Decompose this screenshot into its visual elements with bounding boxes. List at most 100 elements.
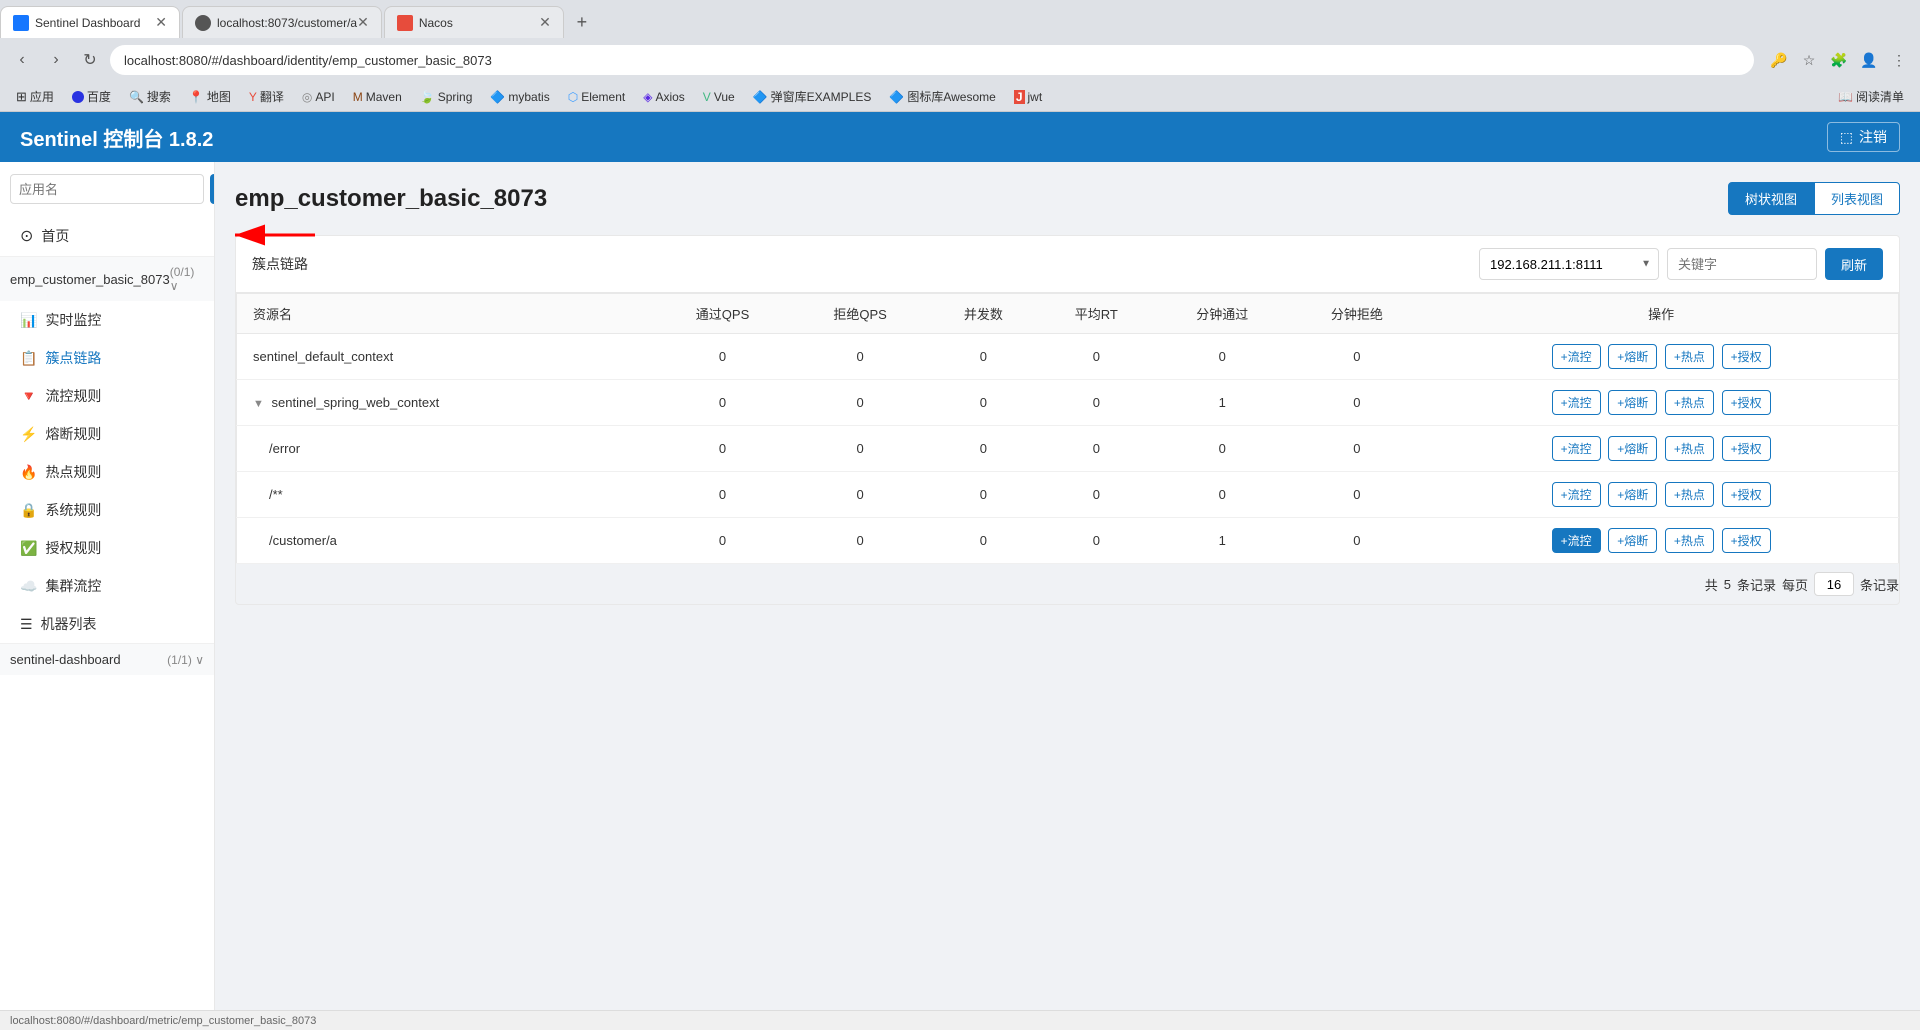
sidebar-item-flow-rules[interactable]: 🔻 流控规则 — [0, 377, 214, 415]
logout-button[interactable]: ⬚ 注销 — [1827, 122, 1900, 152]
hot-btn-3[interactable]: +热点 — [1665, 436, 1714, 461]
menu-icon[interactable]: ⋮ — [1886, 47, 1912, 73]
app-search-input[interactable] — [10, 174, 204, 204]
logout-icon: ⬚ — [1840, 129, 1853, 146]
new-tab-button[interactable]: + — [566, 6, 598, 38]
bookmark-reading-label: 阅读清单 — [1856, 88, 1904, 105]
auth-btn-1[interactable]: +授权 — [1722, 344, 1771, 369]
bookmark-awesome[interactable]: 🔷 图标库Awesome — [881, 85, 1003, 109]
flow-btn-2[interactable]: +流控 — [1552, 390, 1601, 415]
fuse-btn-3[interactable]: +熔断 — [1608, 436, 1657, 461]
sidebar-item-degrade-rules[interactable]: ⚡ 熔断规则 — [0, 415, 214, 453]
auth-btn-3[interactable]: +授权 — [1722, 436, 1771, 461]
collapse-icon[interactable]: ▼ — [253, 398, 264, 410]
auth-btn-4[interactable]: +授权 — [1722, 482, 1771, 507]
bookmark-baidu-label: 百度 — [87, 88, 111, 105]
search-bookmark-icon: 🔍 — [129, 90, 144, 104]
ip-select[interactable]: 192.168.211.1:8111 — [1479, 248, 1659, 280]
profile-icon[interactable]: 👤 — [1856, 47, 1882, 73]
bookmark-search[interactable]: 🔍 搜索 — [121, 85, 179, 109]
hot-btn-5[interactable]: +热点 — [1665, 528, 1714, 553]
tab-close-localhost[interactable]: ✕ — [357, 14, 369, 31]
tab-bar: Sentinel Dashboard ✕ localhost:8073/cust… — [0, 0, 1920, 38]
keyword-input[interactable] — [1667, 248, 1817, 280]
page-size-input[interactable] — [1814, 572, 1854, 596]
sidebar-group2-header[interactable]: sentinel-dashboard (1/1) ∨ — [0, 644, 214, 675]
sidebar-item-machine-list[interactable]: ☰ 机器列表 — [0, 605, 214, 643]
app-header: Sentinel 控制台 1.8.2 ⬚ 注销 — [0, 112, 1920, 162]
resource-name-text: /error — [269, 441, 300, 456]
bookmark-map-label: 地图 — [207, 88, 231, 105]
bookmark-spring[interactable]: 🍃 Spring — [412, 85, 481, 109]
bookmark-mybatis[interactable]: 🔷 mybatis — [482, 85, 557, 109]
sidebar-group1-header[interactable]: emp_customer_basic_8073 (0/1) ∨ — [0, 257, 214, 301]
refresh-button[interactable]: 刷新 — [1825, 248, 1883, 280]
flow-btn-4[interactable]: +流控 — [1552, 482, 1601, 507]
tab-sentinel[interactable]: Sentinel Dashboard ✕ — [0, 6, 180, 38]
tab-close-nacos[interactable]: ✕ — [539, 14, 551, 31]
sidebar-item-system-rules[interactable]: 🔒 系统规则 — [0, 491, 214, 529]
degrade-icon: ⚡ — [20, 426, 37, 443]
reject-qps-cell: 0 — [791, 426, 929, 472]
min-pass-cell: 1 — [1155, 380, 1290, 426]
fuse-btn-4[interactable]: +熔断 — [1608, 482, 1657, 507]
flow-icon: 🔻 — [20, 388, 37, 405]
status-bar: localhost:8080/#/dashboard/metric/emp_cu… — [0, 1010, 1920, 1030]
col-min-reject: 分钟拒绝 — [1290, 294, 1425, 334]
bookmark-baidu[interactable]: 百度 — [64, 85, 119, 109]
flow-btn-3[interactable]: +流控 — [1552, 436, 1601, 461]
auth-icon: ✅ — [20, 540, 37, 557]
sidebar-item-hot-rules[interactable]: 🔥 热点规则 — [0, 453, 214, 491]
reload-button[interactable]: ↻ — [76, 46, 104, 74]
bookmark-jwt[interactable]: J jwt — [1006, 85, 1050, 109]
back-button[interactable]: ‹ — [8, 46, 36, 74]
apps-icon: ⊞ — [16, 89, 27, 105]
flow-btn-5[interactable]: +流控 — [1552, 528, 1601, 553]
tab-nacos[interactable]: Nacos ✕ — [384, 6, 564, 38]
bookmark-axios[interactable]: ◈ Axios — [635, 85, 693, 109]
bookmark-vue[interactable]: V Vue — [695, 85, 743, 109]
fuse-btn-1[interactable]: +熔断 — [1608, 344, 1657, 369]
sidebar-item-cluster-flow[interactable]: ☁️ 集群流控 — [0, 567, 214, 605]
star-icon[interactable]: ☆ — [1796, 47, 1822, 73]
tab-localhost[interactable]: localhost:8073/customer/a ✕ — [182, 6, 382, 38]
hot-btn-4[interactable]: +热点 — [1665, 482, 1714, 507]
element-icon: ⬡ — [568, 90, 578, 104]
tab-close-sentinel[interactable]: ✕ — [155, 14, 167, 31]
sidebar-item-auth-rules[interactable]: ✅ 授权规则 — [0, 529, 214, 567]
bookmark-api[interactable]: ◎ API — [294, 85, 343, 109]
sidebar-item-cluster-node[interactable]: 📋 簇点链路 — [0, 339, 214, 377]
bookmark-element[interactable]: ⬡ Element — [560, 85, 634, 109]
fuse-btn-5[interactable]: +熔断 — [1608, 528, 1657, 553]
auth-btn-5[interactable]: +授权 — [1722, 528, 1771, 553]
bookmark-popup-examples[interactable]: 🔷 弹窗库EXAMPLES — [745, 85, 880, 109]
sidebar-cluster-flow-label: 集群流控 — [45, 576, 101, 596]
sidebar-item-realtime[interactable]: 📊 实时监控 — [0, 301, 214, 339]
home-icon: ⊙ — [20, 226, 33, 246]
bookmark-translate[interactable]: Y 翻译 — [241, 85, 292, 109]
bookmark-reading-list[interactable]: 📖 阅读清单 — [1830, 85, 1912, 109]
key-icon[interactable]: 🔑 — [1766, 47, 1792, 73]
sidebar-hot-rules-label: 热点规则 — [45, 462, 101, 482]
sidebar-group2-count: (1/1) ∨ — [167, 653, 204, 667]
content-area: emp_customer_basic_8073 树状视图 列表视图 簇点链路 1… — [215, 162, 1920, 1010]
bookmark-map[interactable]: 📍 地图 — [181, 85, 239, 109]
forward-button[interactable]: › — [42, 46, 70, 74]
extensions-icon[interactable]: 🧩 — [1826, 47, 1852, 73]
bookmark-maven[interactable]: M Maven — [345, 85, 410, 109]
sidebar-item-home[interactable]: ⊙ 首页 — [0, 216, 214, 256]
tree-view-button[interactable]: 树状视图 — [1728, 182, 1814, 215]
address-input[interactable] — [110, 45, 1754, 75]
hot-btn-1[interactable]: +热点 — [1665, 344, 1714, 369]
filter-right: 192.168.211.1:8111 刷新 — [1479, 248, 1883, 280]
maven-icon: M — [353, 90, 363, 104]
min-reject-cell: 0 — [1290, 380, 1425, 426]
bookmark-apps[interactable]: ⊞ 应用 — [8, 85, 62, 109]
hot-btn-2[interactable]: +热点 — [1665, 390, 1714, 415]
auth-btn-2[interactable]: +授权 — [1722, 390, 1771, 415]
browser-chrome: Sentinel Dashboard ✕ localhost:8073/cust… — [0, 0, 1920, 112]
pagination-row: 共 5 条记录 每页 条记录 — [236, 564, 1899, 604]
fuse-btn-2[interactable]: +熔断 — [1608, 390, 1657, 415]
flow-btn-1[interactable]: +流控 — [1552, 344, 1601, 369]
list-view-button[interactable]: 列表视图 — [1814, 182, 1900, 215]
